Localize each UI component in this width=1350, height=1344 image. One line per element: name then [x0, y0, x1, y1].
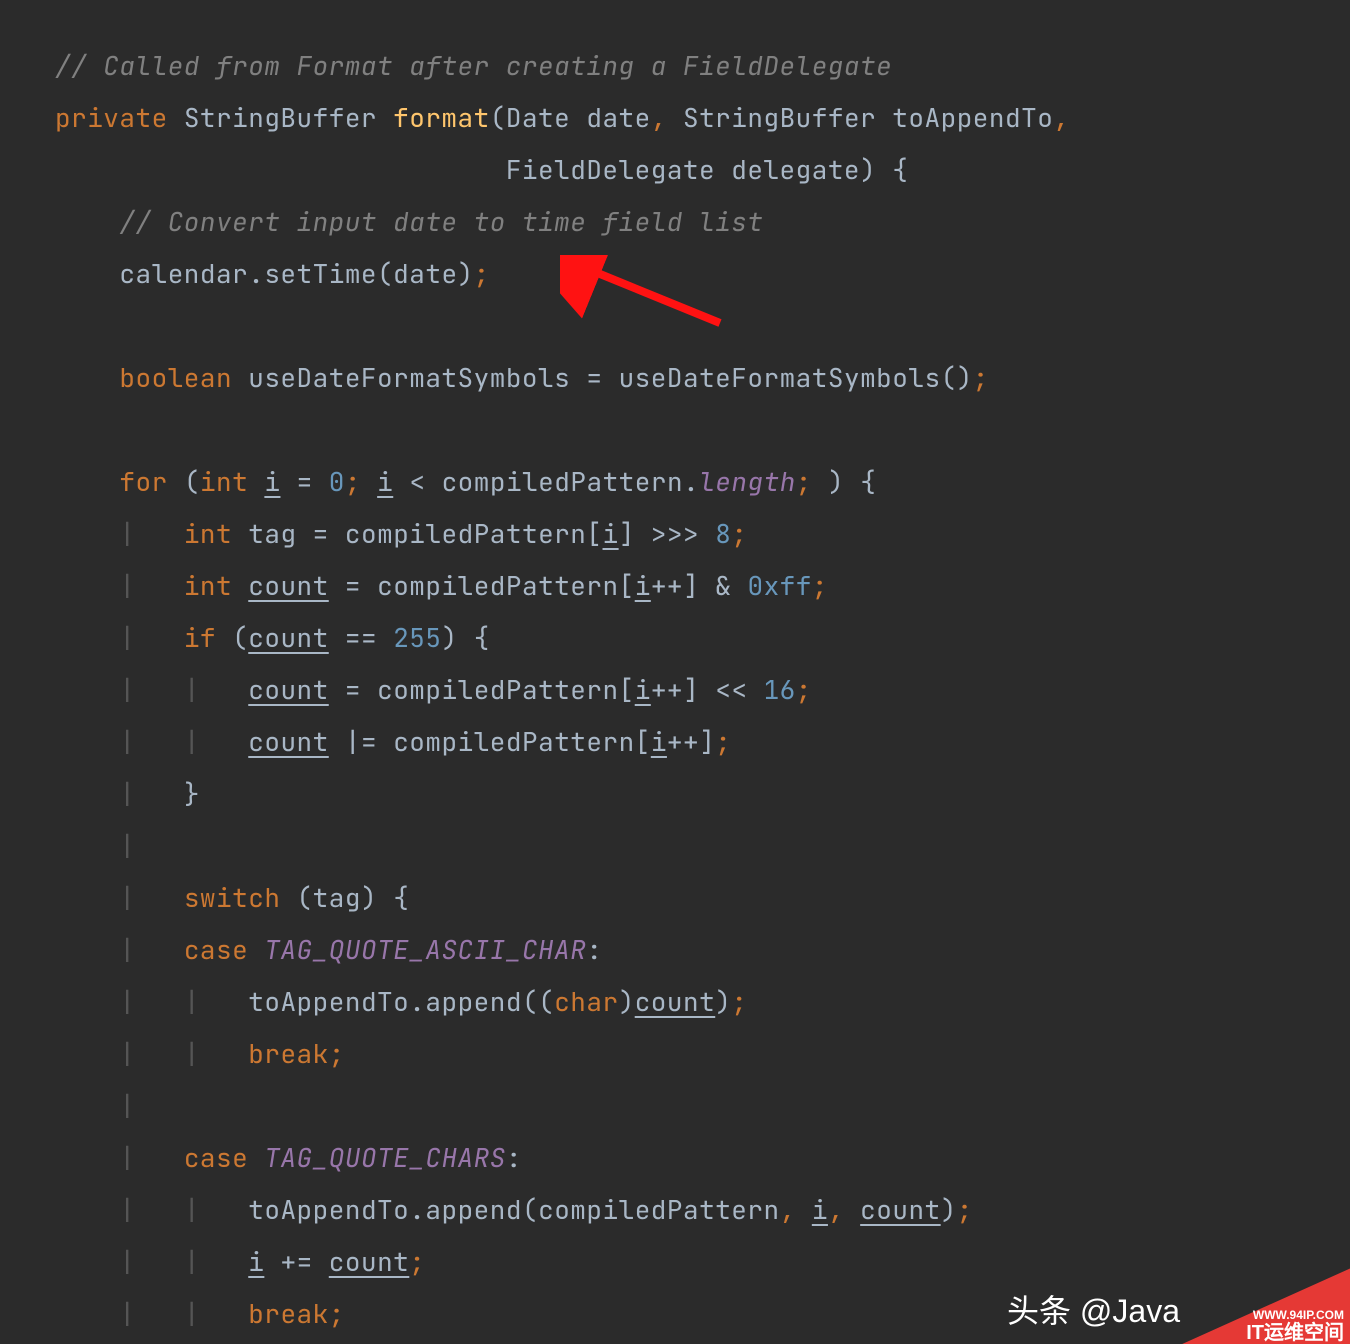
code-block: // Called from Format after creating a F…	[0, 0, 1350, 1340]
type-stringbuffer: StringBuffer	[184, 100, 377, 135]
keyword-private: private	[55, 100, 168, 135]
comment: // Called from Format after creating a F…	[55, 48, 892, 83]
method-format: format	[393, 100, 490, 135]
watermark-site: WWW.94IP.COM IT运维空间	[1150, 1264, 1350, 1344]
comment: // Convert input date to time field list	[119, 204, 763, 239]
